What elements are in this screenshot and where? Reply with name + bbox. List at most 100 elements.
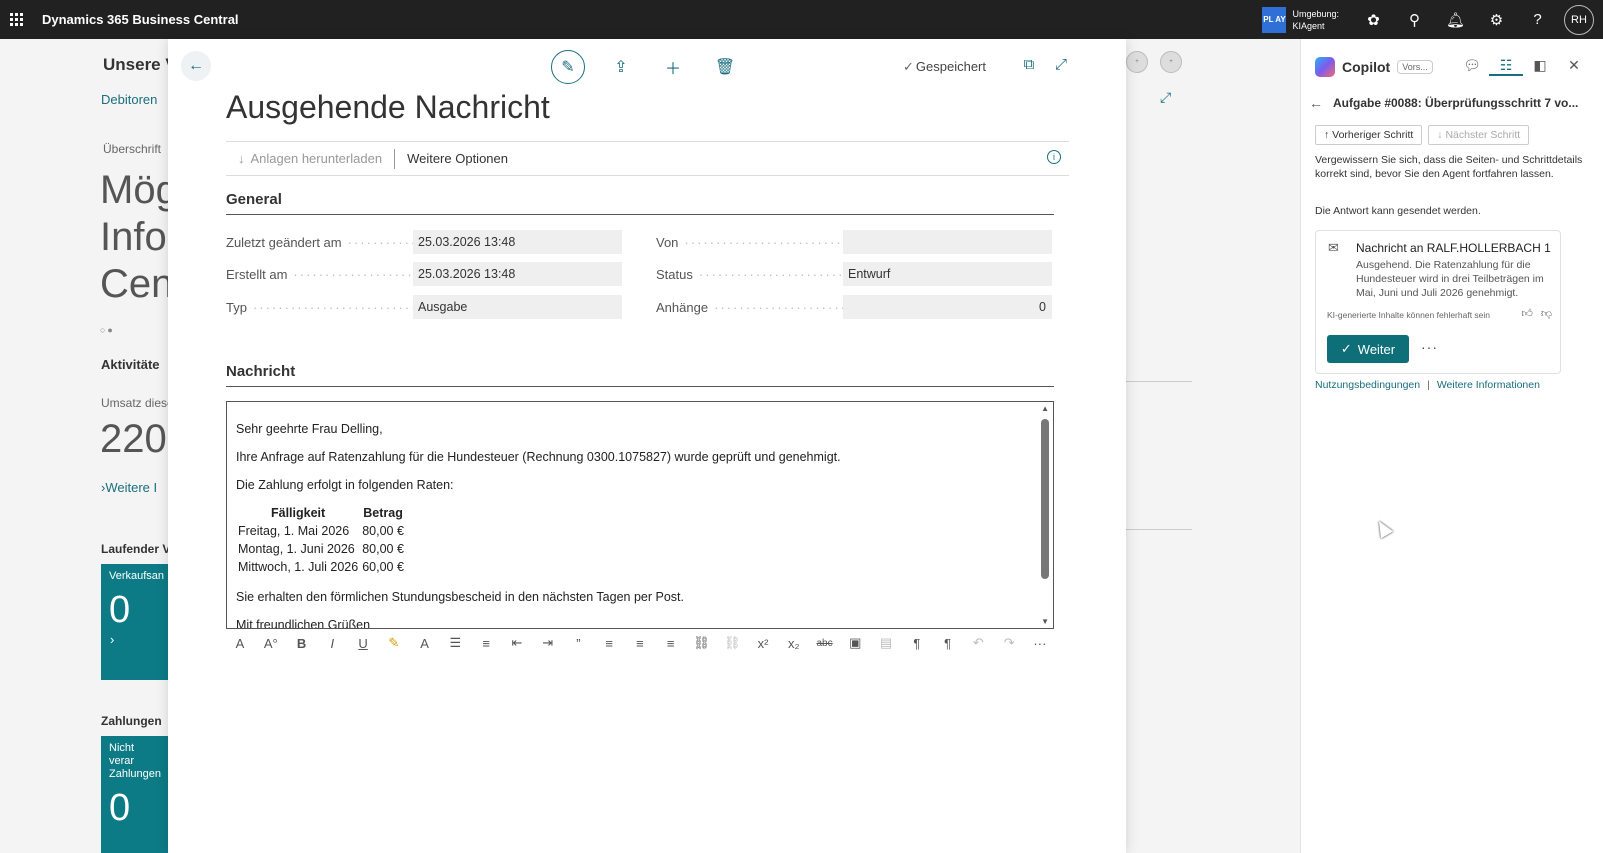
general-section-header[interactable]: General bbox=[226, 191, 1054, 215]
ltr-icon[interactable]: ¶ bbox=[905, 636, 929, 651]
copilot-pane: Copilot Vors... 💬︎ ☷ ◧ ✕ ← Aufgabe #0088… bbox=[1300, 39, 1603, 853]
check-icon: ✓ bbox=[903, 59, 914, 74]
expand-icon[interactable]: ⤢ bbox=[1160, 89, 1171, 106]
app-title[interactable]: Dynamics 365 Business Central bbox=[42, 12, 239, 27]
sales-value[interactable]: 220 bbox=[100, 417, 167, 462]
table-icon[interactable]: ▤ bbox=[874, 635, 898, 651]
new-button[interactable]: ＋ bbox=[647, 50, 699, 84]
more-link[interactable]: ›Weitere I bbox=[101, 480, 157, 495]
tile-unprocessed-payments[interactable]: Nicht verar Zahlungen 0 bbox=[101, 736, 168, 853]
carousel-dots[interactable]: ○● bbox=[100, 325, 115, 335]
footer-links: Nutzungsbedingungen | Weitere Informatio… bbox=[1315, 379, 1540, 391]
running-label: Laufender Ve bbox=[101, 542, 177, 556]
superscript-icon[interactable]: x² bbox=[751, 636, 775, 651]
download-attachments-button[interactable]: ↓ Anlagen herunterladen bbox=[226, 151, 394, 166]
copilot-icon[interactable]: ✿ bbox=[1353, 0, 1394, 39]
more-icon[interactable]: ··· bbox=[1028, 636, 1052, 651]
scroll-down-icon[interactable]: ▼ bbox=[1041, 617, 1049, 626]
outdent-icon[interactable]: ⇤ bbox=[505, 635, 529, 651]
open-new-window-icon[interactable]: ⧉ bbox=[1013, 56, 1045, 73]
next-step-button[interactable]: ↓ Nächster Schritt bbox=[1428, 125, 1530, 145]
back-button[interactable]: ← bbox=[181, 51, 211, 81]
environment-name: KIAgent bbox=[1292, 20, 1325, 31]
gear-icon[interactable]: ⚙ bbox=[1476, 0, 1517, 39]
tab-debitoren[interactable]: Debitoren bbox=[101, 92, 157, 107]
image-icon[interactable]: ▣ bbox=[843, 635, 867, 651]
add-bubble-icon[interactable]: + bbox=[1126, 51, 1148, 73]
field-label-text: Typ bbox=[226, 299, 247, 315]
attachments-field[interactable]: 0 bbox=[843, 295, 1052, 319]
avatar[interactable]: RH bbox=[1564, 4, 1594, 35]
rtl-icon[interactable]: ¶ bbox=[936, 636, 960, 651]
highlight-icon[interactable]: ✎ bbox=[382, 635, 406, 651]
tile-sales-quotes[interactable]: Verkaufsan 0 › bbox=[101, 564, 168, 680]
message-editor[interactable]: Sehr geehrte Frau Delling, Ihre Anfrage … bbox=[226, 401, 1054, 629]
align-center-icon[interactable]: ≡ bbox=[628, 636, 652, 651]
indent-icon[interactable]: ⇥ bbox=[536, 635, 560, 651]
font-icon[interactable]: A bbox=[228, 636, 252, 651]
type-field[interactable]: Ausgabe bbox=[413, 295, 622, 319]
message-card-body: Ausgehend. Die Ratenzahlung für die Hund… bbox=[1356, 259, 1544, 299]
redo-icon[interactable]: ↷ bbox=[997, 635, 1021, 651]
arrow-left-icon[interactable]: ← bbox=[1309, 95, 1323, 111]
bell-icon[interactable]: 🔔︎ bbox=[1435, 0, 1476, 39]
font-size-icon[interactable]: A° bbox=[259, 636, 283, 651]
app-launcher-icon[interactable] bbox=[2, 0, 30, 39]
undo-icon[interactable]: ↶ bbox=[966, 635, 990, 651]
thumbs-down-icon[interactable]: 👎︎ bbox=[1541, 307, 1552, 320]
thumbs-up-icon[interactable]: 👍︎ bbox=[1521, 307, 1533, 320]
numbered-list-icon[interactable]: ≡ bbox=[474, 636, 498, 651]
action-bar: ✎ ⇪ ＋ 🗑︎ bbox=[551, 50, 751, 84]
feedback-buttons: 👍︎ 👎︎ bbox=[1513, 307, 1552, 320]
tile-value: 0 bbox=[109, 787, 131, 829]
close-icon[interactable]: ✕ bbox=[1557, 57, 1591, 76]
continue-button[interactable]: ✓ Weiter bbox=[1327, 335, 1409, 363]
italic-icon[interactable]: I bbox=[320, 636, 344, 651]
more-options-button[interactable]: Weitere Optionen bbox=[395, 151, 520, 166]
download-icon: ↓ bbox=[238, 151, 245, 166]
editor-scrollbar[interactable]: ▲ ▼ bbox=[1037, 402, 1053, 628]
message-card-title[interactable]: Nachricht an RALF.HOLLERBACH 1 bbox=[1356, 241, 1551, 255]
expand-icon[interactable]: ⤢ bbox=[1045, 56, 1077, 73]
add-bubble-icon[interactable]: + bbox=[1160, 51, 1182, 73]
align-left-icon[interactable]: ≡ bbox=[597, 636, 621, 651]
edit-button[interactable]: ✎ bbox=[551, 50, 585, 84]
subscript-icon[interactable]: x₂ bbox=[782, 636, 806, 651]
changed-field[interactable]: 25.03.2026 13:48 bbox=[413, 230, 622, 254]
tasks-icon[interactable]: ☷ bbox=[1489, 57, 1523, 76]
underline-icon[interactable]: U bbox=[351, 636, 375, 651]
align-right-icon[interactable]: ≡ bbox=[659, 636, 683, 651]
created-field[interactable]: 25.03.2026 13:48 bbox=[413, 262, 622, 286]
copilot-header: Copilot Vors... bbox=[1315, 57, 1433, 77]
scroll-up-icon[interactable]: ▲ bbox=[1041, 404, 1049, 413]
environment-info[interactable]: Umgebung: KIAgent bbox=[1292, 8, 1339, 32]
bold-icon[interactable]: B bbox=[290, 636, 314, 651]
info-icon[interactable]: i bbox=[1047, 150, 1061, 164]
previous-step-button[interactable]: ↑ Vorheriger Schritt bbox=[1315, 125, 1423, 145]
search-icon[interactable]: ⚲ bbox=[1394, 0, 1435, 39]
status-field[interactable]: Entwurf bbox=[843, 262, 1052, 286]
more-info-link[interactable]: Weitere Informationen bbox=[1437, 379, 1540, 391]
delete-button[interactable]: 🗑︎ bbox=[699, 50, 751, 84]
message-section-header[interactable]: Nachricht bbox=[226, 363, 1054, 387]
quote-icon[interactable]: ” bbox=[566, 636, 590, 651]
font-color-icon[interactable]: A bbox=[413, 636, 437, 651]
bullet-list-icon[interactable]: ☰ bbox=[443, 635, 467, 651]
terms-link[interactable]: Nutzungsbedingungen bbox=[1315, 379, 1420, 391]
field-label-text: Status bbox=[656, 266, 693, 282]
unlink-icon[interactable]: ⛓ bbox=[720, 635, 744, 651]
editor-content[interactable]: Sehr geehrte Frau Delling, Ihre Anfrage … bbox=[227, 402, 1053, 628]
from-field[interactable] bbox=[843, 230, 1052, 254]
more-options-icon[interactable]: ··· bbox=[1421, 339, 1438, 355]
background-caption: Überschrift bbox=[103, 142, 162, 156]
message-card[interactable]: ✉ Nachricht an RALF.HOLLERBACH 1 Ausgehe… bbox=[1315, 230, 1561, 374]
message-paragraph: Sie erhalten den förmlichen Stundungsbes… bbox=[236, 590, 684, 604]
chat-icon[interactable]: 💬︎ bbox=[1455, 57, 1489, 76]
dock-icon[interactable]: ◧ bbox=[1523, 57, 1557, 76]
help-icon[interactable]: ? bbox=[1517, 0, 1558, 39]
link-icon[interactable]: ⛓ bbox=[689, 635, 713, 651]
trash-icon: 🗑︎ bbox=[714, 59, 736, 76]
scrollbar-thumb[interactable] bbox=[1041, 419, 1049, 579]
share-button[interactable]: ⇪ bbox=[595, 50, 647, 84]
strikethrough-icon[interactable]: abc bbox=[813, 638, 837, 649]
